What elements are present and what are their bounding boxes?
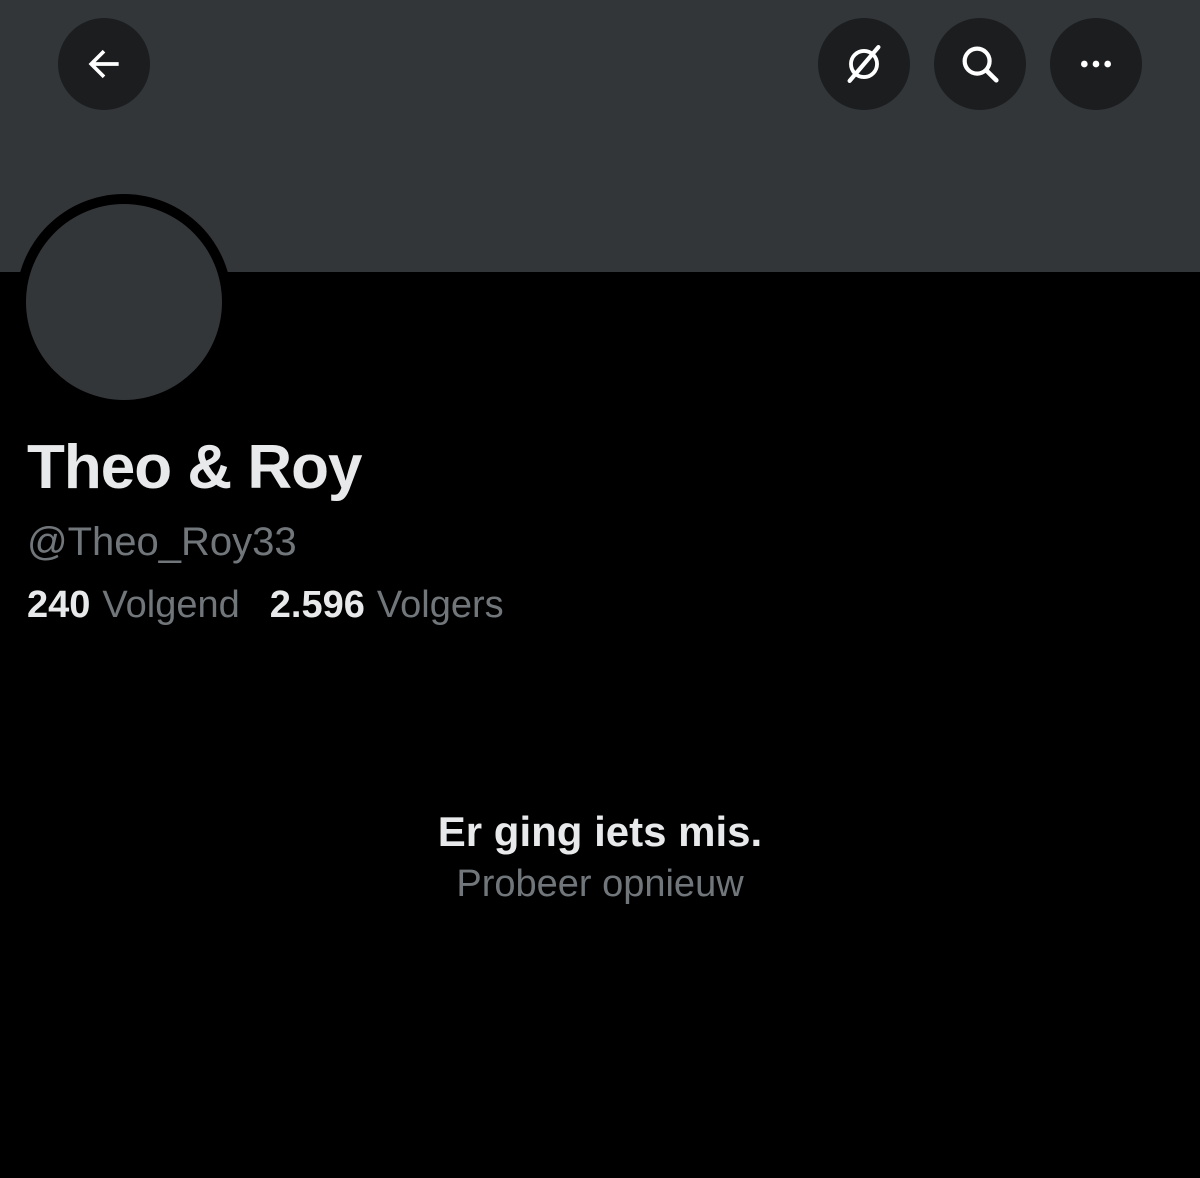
more-horizontal-icon xyxy=(1076,44,1116,84)
followers-count: 2.596 xyxy=(269,584,365,626)
user-handle: @Theo_Roy33 xyxy=(27,520,297,564)
arrow-left-icon xyxy=(82,42,126,86)
following-label: Volgend xyxy=(102,584,240,626)
retry-link[interactable]: Probeer opnieuw xyxy=(0,858,1200,910)
avatar-border xyxy=(16,194,232,410)
display-name: Theo & Roy xyxy=(27,433,362,502)
followers-label: Volgers xyxy=(376,584,504,626)
search-button[interactable] xyxy=(934,18,1026,110)
error-message: Er ging iets mis. Probeer opnieuw xyxy=(0,806,1200,910)
back-button[interactable] xyxy=(58,18,150,110)
following-count: 240 xyxy=(27,584,91,626)
grok-icon xyxy=(841,41,887,87)
error-title: Er ging iets mis. xyxy=(437,808,763,855)
follow-stats: 240 Volgend 2.596 Volgers xyxy=(27,584,504,627)
more-options-button[interactable] xyxy=(1050,18,1142,110)
avatar[interactable] xyxy=(26,204,222,400)
search-icon xyxy=(957,41,1003,87)
grok-button[interactable] xyxy=(818,18,910,110)
following-link[interactable]: 240 Volgend xyxy=(27,584,240,627)
followers-link[interactable]: 2.596 Volgers xyxy=(270,584,504,627)
